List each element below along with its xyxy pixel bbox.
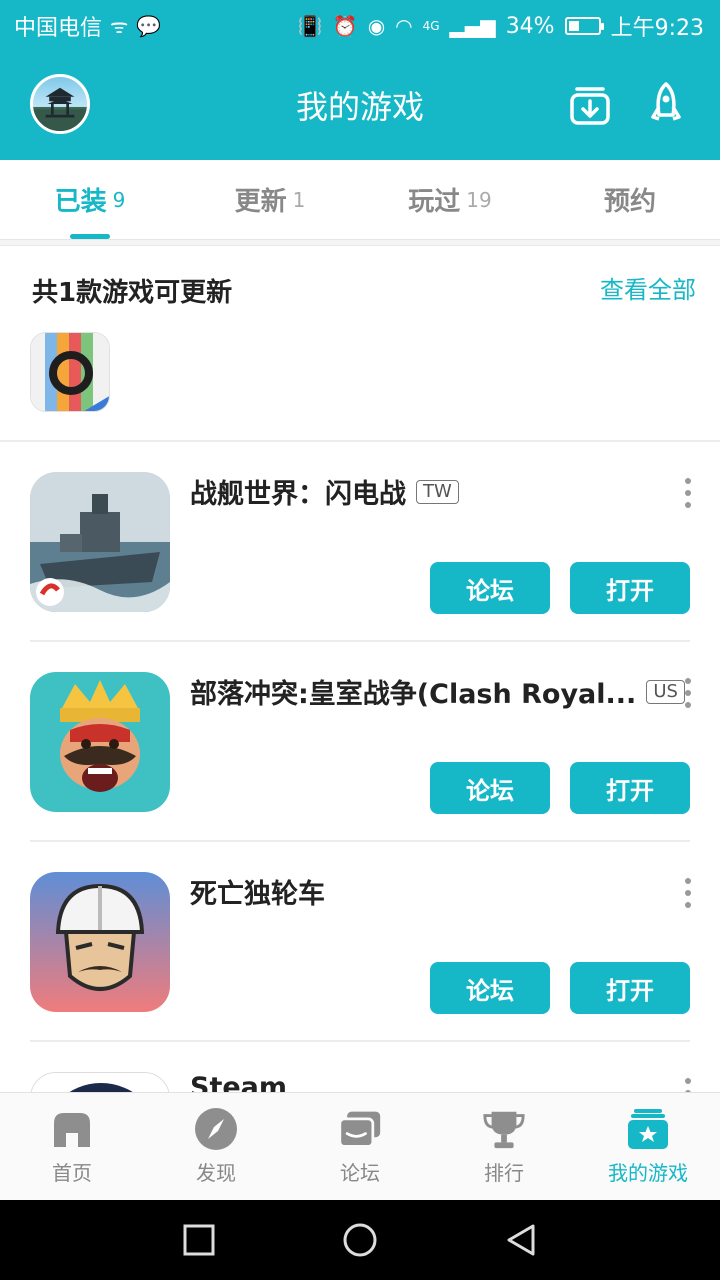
open-button[interactable]: 打开 [570,762,690,814]
forum-icon [338,1107,382,1151]
forum-button[interactable]: 论坛 [430,562,550,614]
download-manager-button[interactable] [566,80,614,128]
game-title: 死亡独轮车 [190,879,325,910]
alarm-icon: ⏰ [332,14,358,38]
game-icon[interactable] [30,872,170,1012]
wifi-icon: ◠ [395,14,413,38]
open-button[interactable]: 打开 [570,962,690,1014]
game-icon[interactable] [30,672,170,812]
rocket-button[interactable] [642,80,690,128]
top-bar: 中国电信 ᯤ 💬 📳 ⏰ ◉ ◠ 4G ▂▄▆ 34% 上午9:23 我的游戏 [0,0,720,160]
header: 我的游戏 [0,50,720,160]
update-section: 共1款游戏可更新 查看全部 [0,246,720,442]
tab-played[interactable]: 玩过 19 [360,160,540,239]
tab-label: 玩过 [408,187,461,217]
warship-icon [30,472,170,612]
tab-count: 1 [292,187,306,212]
my-games-icon [626,1107,670,1151]
tab-installed[interactable]: 已装 9 [0,160,180,239]
nav-my-games[interactable]: 我的游戏 [576,1093,720,1200]
region-tag: TW [416,479,459,504]
back-icon[interactable] [505,1223,537,1257]
game-row[interactable]: 战舰世界：闪电战 TW 论坛 打开 [0,442,720,642]
tab-label: 预约 [603,187,656,217]
bike-app-icon [31,333,109,411]
nav-label: 论坛 [340,1161,380,1185]
game-name: 死亡独轮车 [190,872,325,911]
home-icon [50,1107,94,1151]
game-name: 战舰世界：闪电战 TW [190,472,459,511]
compass-icon [194,1107,238,1151]
home-button-icon[interactable] [342,1222,378,1258]
game-row[interactable]: 部落冲突:皇室战争(Clash Royal... US 论坛 打开 [0,642,720,842]
vibrate-icon: 📳 [297,14,323,38]
eye-icon: ◉ [367,14,386,38]
recent-apps-icon[interactable] [183,1224,215,1256]
rocket-icon [651,82,681,121]
nav-label: 排行 [484,1161,524,1185]
nav-label: 我的游戏 [608,1161,688,1185]
game-icon[interactable] [30,472,170,612]
tab-updates[interactable]: 更新 1 [180,160,360,239]
signal-icon: ▂▄▆ [449,14,496,38]
more-options-icon[interactable] [684,478,692,508]
region-tag: US [646,679,685,704]
clock: 上午9:23 [610,16,704,41]
battery-percent: 34% [505,13,555,39]
nav-label: 发现 [196,1161,236,1185]
open-button[interactable]: 打开 [570,562,690,614]
wifi-call-icon: ᯤ [110,14,129,38]
nav-ranking[interactable]: 排行 [432,1093,576,1200]
game-row[interactable]: 死亡独轮车 论坛 打开 [0,842,720,1042]
nav-label: 首页 [52,1161,92,1185]
tab-count: 9 [112,187,126,212]
game-title: 战舰世界：闪电战 [190,479,406,510]
more-options-icon[interactable] [684,878,692,908]
view-all-link[interactable]: 查看全部 [600,270,696,305]
wechat-icon: 💬 [136,14,162,38]
tab-bar: 已装 9 更新 1 玩过 19 预约 [0,160,720,240]
forum-button[interactable]: 论坛 [430,962,550,1014]
status-bar: 中国电信 ᯤ 💬 📳 ⏰ ◉ ◠ 4G ▂▄▆ 34% 上午9:23 [0,0,720,50]
forum-button[interactable]: 论坛 [430,762,550,814]
game-name: 部落冲突:皇室战争(Clash Royal... US [190,672,685,711]
tab-count: 19 [466,187,492,212]
more-options-icon[interactable] [684,678,692,708]
update-app-icon[interactable] [30,332,110,412]
tab-reservations[interactable]: 预约 [540,160,720,239]
download-icon [570,87,610,125]
system-navigation-bar [0,1200,720,1280]
network-type-label: 4G [422,19,440,33]
nav-discover[interactable]: 发现 [144,1093,288,1200]
tab-label: 更新 [234,187,287,217]
nav-forum[interactable]: 论坛 [288,1093,432,1200]
trophy-icon [482,1107,526,1151]
tab-label: 已装 [54,187,107,217]
nav-home[interactable]: 首页 [0,1093,144,1200]
game-title: 部落冲突:皇室战争(Clash Royal... [190,679,637,710]
carrier-label: 中国电信 [14,16,103,41]
battery-icon [564,17,604,35]
update-section-title: 共1款游戏可更新 [32,278,233,308]
unicycle-hero-icon [30,872,170,1012]
clash-royale-icon [30,672,170,812]
bottom-navigation: 首页 发现 论坛 排行 我的游戏 [0,1092,720,1200]
battery-fill [568,21,579,31]
